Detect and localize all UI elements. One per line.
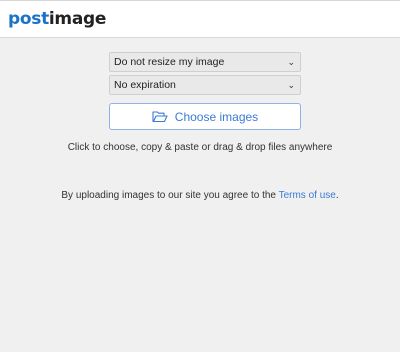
upload-hint-text: Click to choose, copy & paste or drag & … — [67, 142, 333, 153]
resize-select-value: Do not resize my image — [114, 56, 225, 68]
terms-of-use-link[interactable]: Terms of use — [279, 190, 336, 201]
resize-select[interactable]: Do not resize my image ⌄ — [109, 52, 301, 72]
terms-prefix: By uploading images to our site you agre… — [61, 190, 279, 201]
choose-images-label: Choose images — [174, 109, 259, 124]
chevron-down-icon: ⌄ — [287, 80, 295, 90]
choose-images-button[interactable]: Choose images — [109, 103, 301, 130]
postimage-logo[interactable]: postimage — [8, 8, 106, 30]
chevron-down-icon: ⌄ — [287, 57, 295, 67]
expiration-select-value: No expiration — [114, 79, 176, 91]
terms-suffix: . — [335, 190, 339, 201]
terms-notice: By uploading images to our site you agre… — [0, 190, 400, 201]
expiration-select[interactable]: No expiration ⌄ — [109, 75, 301, 95]
folder-open-icon — [152, 110, 168, 123]
logo-text-image: image — [48, 9, 107, 29]
logo-text-post: post — [8, 9, 49, 29]
top-bar: postimage — [0, 0, 400, 38]
